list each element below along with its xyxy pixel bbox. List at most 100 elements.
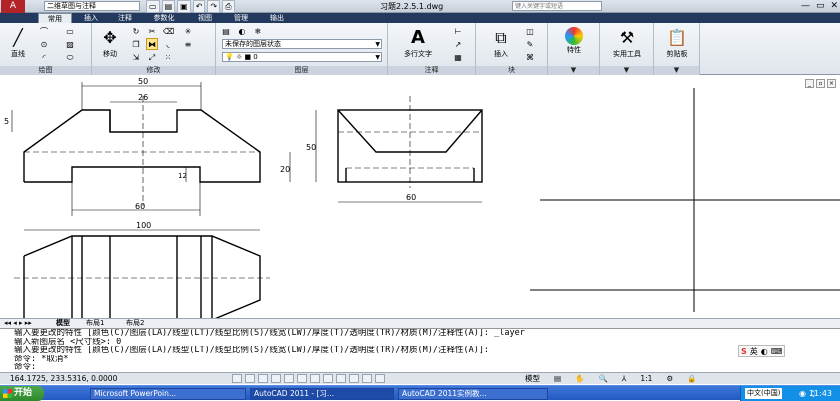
utilities-panel[interactable]: ⚒ 实用工具 ▼ xyxy=(600,23,654,75)
quick-view-icon[interactable]: ▤ xyxy=(554,373,561,384)
sc-toggle[interactable] xyxy=(375,374,385,383)
annotation-scale[interactable]: 1:1 xyxy=(640,373,652,384)
hatch-icon[interactable]: ▨ xyxy=(64,38,76,50)
ime-indicator[interactable]: 中文(中国) xyxy=(745,388,783,399)
tab-layout1[interactable]: 布局1 xyxy=(86,319,104,328)
save-icon[interactable]: ▣ xyxy=(177,0,191,13)
taskbar-item-powerpoint[interactable]: Microsoft PowerPoin... xyxy=(90,388,246,400)
block-panel-title[interactable]: 块 xyxy=(476,66,547,75)
line-button[interactable]: ╱ 直线 xyxy=(4,27,32,59)
offset-icon[interactable]: ≡ xyxy=(182,38,194,50)
copy-icon[interactable]: ❐ xyxy=(130,38,142,50)
ducs-toggle[interactable] xyxy=(310,374,320,383)
workspace-selector[interactable]: 二维草图与注释 xyxy=(44,1,140,11)
properties-panel[interactable]: 特性 ▼ xyxy=(548,23,600,75)
polyline-icon[interactable]: ⌒ xyxy=(38,25,50,37)
fillet-icon[interactable]: ◟ xyxy=(162,38,174,50)
front-view[interactable] xyxy=(23,109,261,183)
utilities-button[interactable]: ⚒ 实用工具 xyxy=(604,27,650,59)
new-icon[interactable]: ▭ xyxy=(146,0,160,13)
clipboard-panel[interactable]: 📋 剪贴板 ▼ xyxy=(654,23,700,75)
osnap-toggle[interactable] xyxy=(284,374,294,383)
layer-freeze-icon[interactable]: ❄ xyxy=(252,25,264,37)
table-icon[interactable]: ▦ xyxy=(452,51,464,63)
ime-mode-label[interactable]: 英 xyxy=(750,346,758,357)
redo-icon[interactable]: ↷ xyxy=(207,0,221,13)
draw-panel-title[interactable]: 绘图 xyxy=(0,66,91,75)
annotation-panel-title[interactable]: 注释 xyxy=(388,66,475,75)
move-button[interactable]: ✥ 移动 xyxy=(96,27,124,59)
leader-icon[interactable]: ↗ xyxy=(452,38,464,50)
minimize-button[interactable]: — xyxy=(801,0,810,13)
zoom-icon[interactable]: 🔍 xyxy=(598,373,607,384)
print-icon[interactable]: ⎙ xyxy=(222,0,235,13)
clipboard-dropdown-icon[interactable]: ▼ xyxy=(654,66,699,75)
lock-icon[interactable]: 🔒 xyxy=(687,373,696,384)
rotate-icon[interactable]: ↻ xyxy=(130,25,142,37)
maximize-button[interactable]: ▭ xyxy=(816,0,825,13)
drawing-canvas[interactable]: _ ▫ × 50 26 60 5 12 50 20 60 100 xyxy=(0,76,840,361)
dyn-toggle[interactable] xyxy=(323,374,333,383)
rectangle-icon[interactable]: ▭ xyxy=(64,25,76,37)
tab-annotate[interactable]: 注释 xyxy=(110,13,140,23)
taskbar-item-autocad[interactable]: AutoCAD 2011 - [习... xyxy=(250,388,394,400)
tab-model[interactable]: 模型 xyxy=(56,319,70,328)
explode-icon[interactable]: ✳ xyxy=(182,25,194,37)
arc-icon[interactable]: ◜ xyxy=(38,51,50,63)
layer-dropdown[interactable]: 💡 ☼ ■ 0 ▼ xyxy=(222,52,382,62)
modify-panel-title[interactable]: 修改 xyxy=(92,66,215,75)
ime-toolbar[interactable]: S 英 ◐ ⌨ xyxy=(738,345,786,357)
layers-panel-title[interactable]: 图层 xyxy=(216,66,387,75)
pan-icon[interactable]: ✋ xyxy=(575,373,584,384)
model-space-button[interactable]: 模型 xyxy=(525,373,540,384)
workspace-icon[interactable]: ⚙ xyxy=(666,373,673,384)
application-menu-button[interactable]: A xyxy=(1,0,25,13)
utilities-dropdown-icon[interactable]: ▼ xyxy=(600,66,653,75)
lwt-toggle[interactable] xyxy=(336,374,346,383)
tab-layout2[interactable]: 布局2 xyxy=(126,319,144,328)
search-input[interactable]: 键入关键字或短语 xyxy=(512,1,602,11)
linear-dimension-icon[interactable]: ⊢ xyxy=(452,25,464,37)
array-icon[interactable]: ⁙ xyxy=(162,51,174,63)
layer-properties-icon[interactable]: ▤ xyxy=(220,25,232,37)
qp-toggle[interactable] xyxy=(362,374,372,383)
tab-view[interactable]: 视图 xyxy=(190,13,220,23)
layout-nav-icon[interactable]: ◂◂ ◂ ▸ ▸▸ xyxy=(4,319,32,328)
tpy-toggle[interactable] xyxy=(349,374,359,383)
tab-manage[interactable]: 管理 xyxy=(226,13,256,23)
scale-icon[interactable]: ⤢ xyxy=(146,51,158,63)
layer-state-dropdown[interactable]: 未保存的图层状态 ▼ xyxy=(222,39,382,49)
grid-toggle[interactable] xyxy=(245,374,255,383)
close-button[interactable]: ✕ xyxy=(830,0,838,13)
taskbar-item-tutorial[interactable]: AutoCAD 2011实例教... xyxy=(398,388,548,400)
properties-button[interactable]: 特性 xyxy=(554,27,594,55)
trim-icon[interactable]: ✂ xyxy=(146,25,158,37)
tab-output[interactable]: 输出 xyxy=(262,13,292,23)
command-window[interactable]: 输入要更改的特性 [颜色(C)/图层(LA)/线型(LT)/线型比例(S)/线宽… xyxy=(0,328,840,372)
edit-block-icon[interactable]: ✎ xyxy=(524,38,536,50)
mirror-icon[interactable]: ⧓ xyxy=(146,38,158,50)
tab-insert[interactable]: 插入 xyxy=(76,13,106,23)
mtext-button[interactable]: A 多行文字 xyxy=(398,27,438,59)
clock[interactable]: 11:43 xyxy=(809,386,832,401)
tab-home[interactable]: 常用 xyxy=(38,13,72,23)
insert-block-button[interactable]: ⧉ 插入 xyxy=(486,27,516,59)
create-block-icon[interactable]: ◫ xyxy=(524,25,536,37)
polar-toggle[interactable] xyxy=(271,374,281,383)
command-prompt[interactable]: 命令: xyxy=(14,363,840,372)
snap-toggle[interactable] xyxy=(232,374,242,383)
layer-off-icon[interactable]: ◐ xyxy=(236,25,248,37)
start-button[interactable]: 开始 xyxy=(0,386,44,401)
clipboard-button[interactable]: 📋 剪贴板 xyxy=(658,27,696,59)
properties-dropdown-icon[interactable]: ▼ xyxy=(548,66,599,75)
ortho-toggle[interactable] xyxy=(258,374,268,383)
otrack-toggle[interactable] xyxy=(297,374,307,383)
stretch-icon[interactable]: ⇲ xyxy=(130,51,142,63)
circle-icon[interactable]: ⊙ xyxy=(38,38,50,50)
punctuation-icon[interactable]: ◐ xyxy=(761,347,768,356)
attribute-icon[interactable]: ⌘ xyxy=(524,51,536,63)
undo-icon[interactable]: ↶ xyxy=(192,0,206,13)
open-icon[interactable]: ▤ xyxy=(161,0,176,13)
tab-parametric[interactable]: 参数化 xyxy=(144,13,184,23)
ellipse-icon[interactable]: ⬭ xyxy=(64,51,76,63)
